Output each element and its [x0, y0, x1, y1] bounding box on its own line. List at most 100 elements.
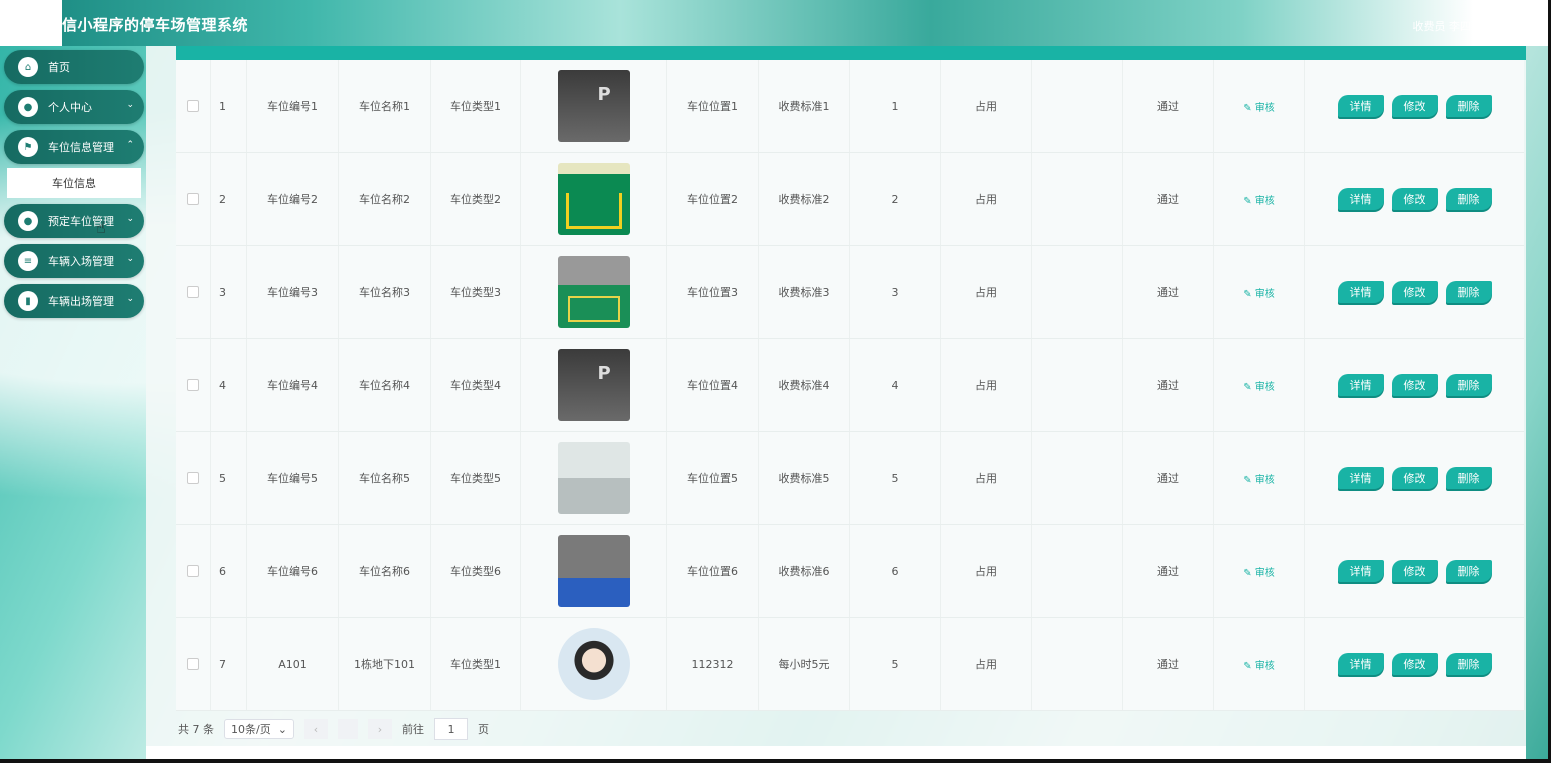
space-code: 车位编号3 — [247, 246, 339, 338]
row-checkbox-cell — [176, 432, 211, 524]
mouse-cursor-icon: ☝ — [96, 218, 106, 237]
audit-link[interactable]: ✎ 审核 — [1243, 657, 1275, 672]
audit-link[interactable]: ✎ 审核 — [1243, 378, 1275, 393]
row-checkbox[interactable] — [187, 193, 199, 205]
table-row: 2 车位编号2 车位名称2 车位类型2 车位位置2 收费标准2 2 占用 通过 ✎ 审核 详情 修改删… — [176, 153, 1524, 246]
sidebar-item-entry[interactable]: ≡ 车辆入场管理 ⌄ — [4, 244, 144, 278]
edit-button[interactable]: 修改 — [1391, 653, 1438, 675]
fee-standard: 收费标准3 — [759, 246, 850, 338]
space-image-cell — [521, 60, 667, 152]
space-status: 占用 — [941, 246, 1032, 338]
chevron-down-icon: ⌄ — [277, 722, 287, 736]
space-image[interactable] — [557, 535, 630, 607]
audit-link[interactable]: ✎ 审核 — [1243, 471, 1275, 486]
current-user[interactable]: 收费员 李四 — [1413, 18, 1472, 34]
space-status: 占用 — [941, 525, 1032, 617]
space-image[interactable] — [557, 163, 630, 235]
review-status: 通过 — [1123, 525, 1214, 617]
pager-page-suffix: 页 — [478, 723, 489, 736]
detail-button[interactable]: 详情 — [1337, 467, 1384, 489]
row-index: 2 — [211, 153, 247, 245]
space-code: A101 — [247, 618, 339, 710]
space-image[interactable] — [557, 256, 630, 328]
empty-cell — [1032, 525, 1123, 617]
audit-cell: ✎ 审核 — [1214, 339, 1305, 431]
prev-page-button[interactable]: ‹ — [304, 719, 328, 739]
space-image[interactable] — [557, 70, 630, 142]
delete-button[interactable]: 删除 — [1445, 653, 1492, 675]
empty-cell — [1032, 432, 1123, 524]
chevron-down-icon: ⌄ — [126, 254, 134, 264]
space-image[interactable] — [557, 442, 630, 514]
space-code: 车位编号2 — [247, 153, 339, 245]
delete-button[interactable]: 删除 — [1445, 374, 1492, 396]
space-type: 车位类型1 — [431, 60, 521, 152]
sidebar: ⌂ 首页 ● 个人中心 ⌄ ⚑ 车位信息管理 ⌃ 车位信息 ● 预定车位管理 ⌄… — [4, 50, 144, 324]
space-location: 车位位置2 — [667, 153, 759, 245]
fee-standard: 每小时5元 — [759, 618, 850, 710]
row-checkbox[interactable] — [187, 658, 199, 670]
space-type: 车位类型6 — [431, 525, 521, 617]
footer-strip — [146, 746, 1526, 759]
page-size-select[interactable]: 10条/页 ⌄ — [224, 719, 294, 739]
space-image-cell — [521, 432, 667, 524]
space-image[interactable] — [557, 628, 630, 700]
sidebar-item-label: 车辆入场管理 — [48, 255, 114, 268]
sidebar-item-reservation[interactable]: ● 预定车位管理 ⌄ — [4, 204, 144, 238]
audit-link[interactable]: ✎ 审核 — [1243, 99, 1275, 114]
edit-button[interactable]: 修改 — [1391, 467, 1438, 489]
edit-button[interactable]: 修改 — [1391, 281, 1438, 303]
sidebar-item-profile[interactable]: ● 个人中心 ⌄ — [4, 90, 144, 124]
delete-button[interactable]: 删除 — [1445, 467, 1492, 489]
audit-cell: ✎ 审核 — [1214, 618, 1305, 710]
detail-button[interactable]: 详情 — [1337, 188, 1384, 210]
space-name: 车位名称3 — [339, 246, 431, 338]
space-location: 车位位置3 — [667, 246, 759, 338]
app-title: 信小程序的停车场管理系统 — [62, 16, 249, 34]
row-checkbox-cell — [176, 339, 211, 431]
row-checkbox[interactable] — [187, 100, 199, 112]
edit-button[interactable]: 修改 — [1391, 560, 1438, 582]
space-location: 车位位置4 — [667, 339, 759, 431]
row-checkbox[interactable] — [187, 379, 199, 391]
row-checkbox[interactable] — [187, 286, 199, 298]
sidebar-item-home[interactable]: ⌂ 首页 — [4, 50, 144, 84]
detail-button[interactable]: 详情 — [1337, 281, 1384, 303]
delete-button[interactable]: 删除 — [1445, 560, 1492, 582]
space-code: 车位编号6 — [247, 525, 339, 617]
detail-button[interactable]: 详情 — [1337, 374, 1384, 396]
space-image[interactable] — [557, 349, 630, 421]
table-row: 1车位编号1车位名称1车位类型1车位位置1收费标准11占用通过✎ 审核详情修改删… — [176, 60, 1524, 153]
space-name: 车位名称5 — [339, 432, 431, 524]
audit-label: 审核 — [1254, 660, 1275, 672]
space-image-cell — [521, 339, 667, 431]
edit-button[interactable]: 修改 — [1391, 374, 1438, 396]
submenu-space-info[interactable]: 车位信息 — [7, 168, 141, 198]
row-checkbox[interactable] — [187, 472, 199, 484]
page-jump-input[interactable]: 1 — [434, 718, 468, 740]
floor-value: 6 — [850, 525, 941, 617]
audit-link[interactable]: ✎ 审核 — [1243, 192, 1275, 207]
empty-cell — [1032, 153, 1123, 245]
delete-button[interactable]: 删除 — [1445, 95, 1492, 117]
detail-button[interactable]: 详情 — [1337, 560, 1384, 582]
row-index: 3 — [211, 246, 247, 338]
delete-button[interactable]: 删除 — [1445, 281, 1492, 303]
detail-button[interactable]: 详情 — [1337, 653, 1384, 675]
audit-cell: ✎ 审核 — [1214, 153, 1305, 245]
audit-link[interactable]: ✎ 审核 — [1243, 564, 1275, 579]
sidebar-item-exit[interactable]: ▮ 车辆出场管理 ⌄ — [4, 284, 144, 318]
row-checkbox[interactable] — [187, 565, 199, 577]
user-icon: ● — [18, 211, 38, 231]
audit-link[interactable]: ✎ 审核 — [1243, 285, 1275, 300]
actions-cell: 详情 修改 删除 — [1305, 432, 1524, 524]
table-panel: 1车位编号1车位名称1车位类型1车位位置1收费标准11占用通过✎ 审核详情修改删… — [146, 46, 1526, 746]
sidebar-item-space-info[interactable]: ⚑ 车位信息管理 ⌃ — [4, 130, 144, 164]
space-image-cell — [521, 246, 667, 338]
edit-button[interactable]: 修改 — [1391, 188, 1438, 210]
next-page-button[interactable]: › — [368, 719, 392, 739]
detail-button[interactable]: 详情 — [1337, 95, 1384, 117]
delete-button[interactable]: 删除 — [1445, 188, 1492, 210]
chevron-down-icon: ⌄ — [126, 294, 134, 304]
edit-button[interactable]: 修改 — [1391, 95, 1438, 117]
